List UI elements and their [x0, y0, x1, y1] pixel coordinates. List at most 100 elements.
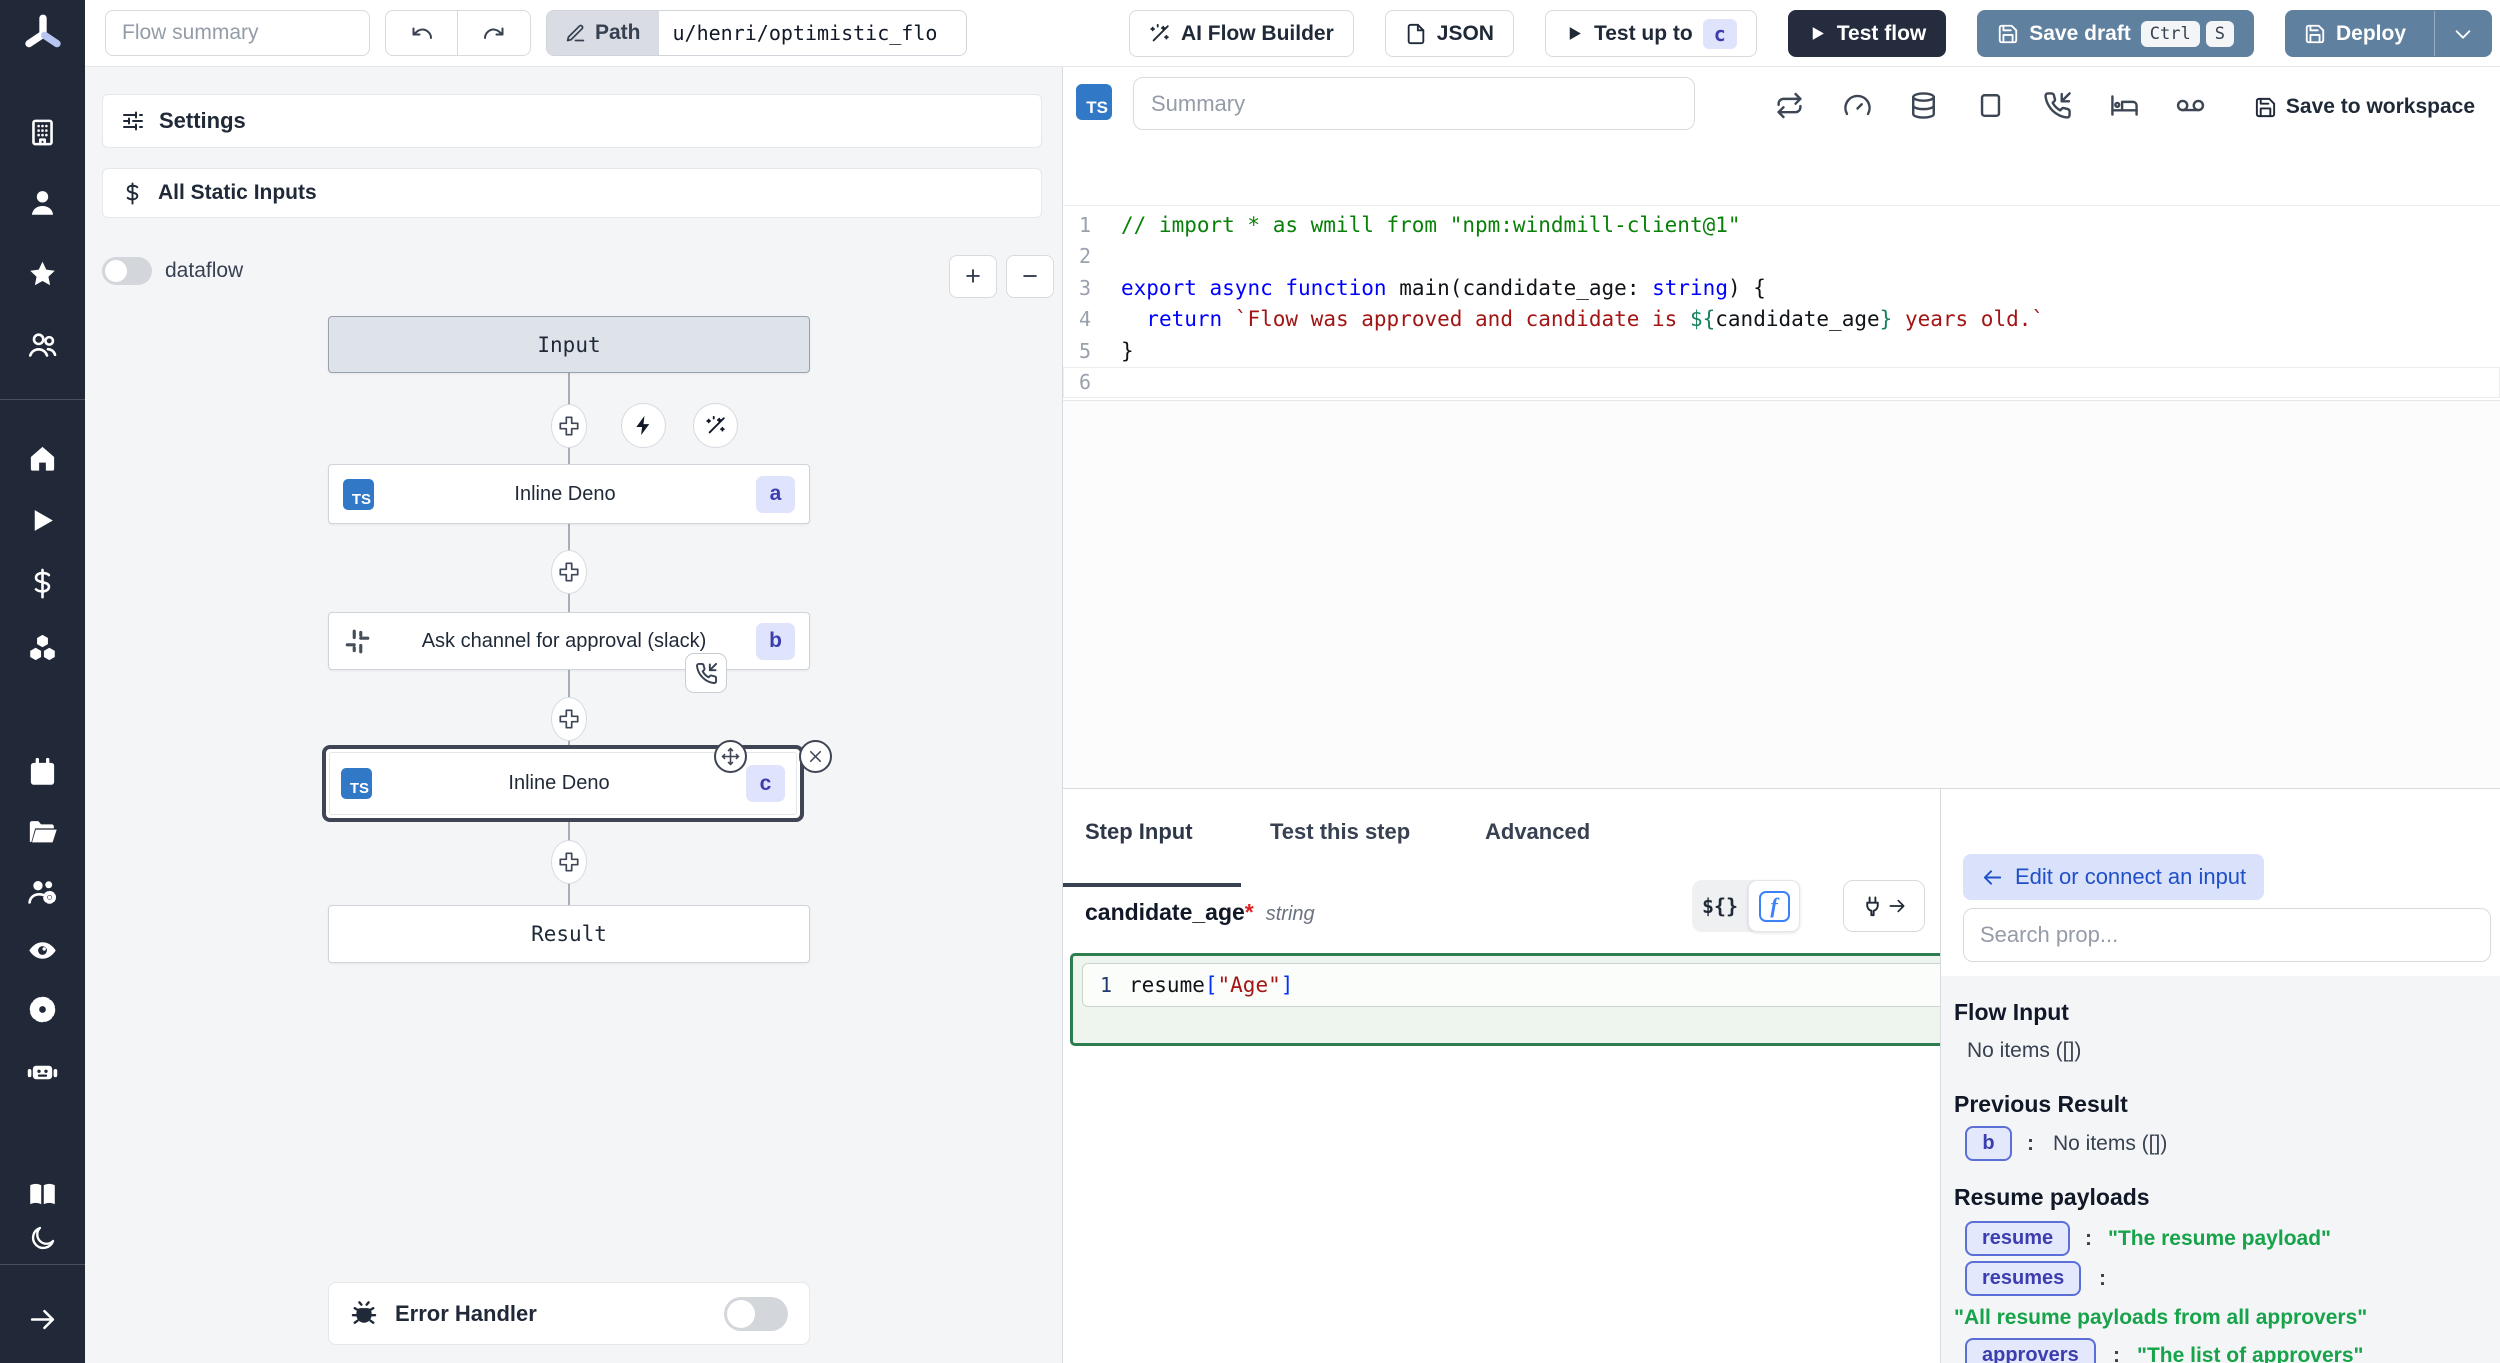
workspace-icon[interactable] [0, 117, 85, 148]
insert-step-button[interactable] [551, 550, 587, 594]
flow-settings-bar[interactable]: Settings [102, 94, 1042, 148]
zoom-out-button[interactable]: − [1006, 255, 1054, 298]
flow-node-result[interactable]: Result [328, 905, 810, 963]
prop-badge-resumes[interactable]: resumes [1965, 1261, 2081, 1296]
save-icon [2304, 23, 2326, 45]
flow-node-b[interactable]: Ask channel for approval (slack) b [328, 612, 810, 670]
dark-mode-icon[interactable] [0, 1224, 85, 1252]
deploy-button[interactable]: Deploy [2286, 11, 2424, 56]
expand-rail-icon[interactable] [0, 1304, 85, 1335]
prop-badge-approvers[interactable]: approvers [1965, 1338, 2096, 1363]
schedules-icon[interactable] [0, 757, 85, 788]
phone-incoming-icon[interactable] [2043, 91, 2072, 120]
error-handler-toggle[interactable] [724, 1297, 788, 1331]
move-icon [721, 747, 740, 766]
path-input[interactable] [659, 11, 966, 55]
javascript-mode-button[interactable]: f [1748, 880, 1800, 932]
save-icon [2254, 96, 2277, 119]
voicemail-icon[interactable] [2176, 91, 2205, 120]
required-mark: * [1245, 899, 1254, 925]
delete-step-button[interactable] [799, 740, 832, 773]
colon: : [2027, 1132, 2034, 1156]
community-icon[interactable] [0, 329, 85, 360]
favorites-icon[interactable] [0, 259, 85, 290]
user-icon[interactable] [0, 187, 85, 218]
suspend-approval-badge[interactable] [685, 653, 727, 693]
ai-icon[interactable] [0, 1056, 85, 1087]
resources-icon[interactable] [0, 632, 85, 663]
flow-summary-input[interactable] [105, 10, 370, 56]
audit-logs-icon[interactable] [0, 935, 85, 966]
runs-icon[interactable] [0, 505, 85, 536]
kbd-ctrl: Ctrl [2141, 21, 2200, 47]
connect-input-button[interactable] [1843, 880, 1925, 932]
square-icon[interactable] [1976, 91, 2005, 120]
all-static-inputs-bar[interactable]: All Static Inputs [102, 168, 1042, 218]
insert-step-button[interactable] [551, 697, 587, 741]
previous-result-heading: Previous Result [1954, 1091, 2128, 1118]
step-summary-input[interactable] [1133, 77, 1695, 130]
test-up-to-step-badge: c [1703, 19, 1737, 49]
ai-suggest-button[interactable] [693, 403, 738, 448]
plus-icon [557, 560, 581, 584]
undo-button[interactable] [385, 10, 458, 56]
dataflow-toggle[interactable] [102, 257, 152, 285]
tab-advanced[interactable]: Advanced [1485, 819, 1590, 845]
redo-button[interactable] [458, 10, 531, 56]
insert-step-button[interactable] [551, 404, 587, 448]
move-step-button[interactable] [714, 740, 747, 773]
tab-test-this-step[interactable]: Test this step [1270, 819, 1410, 845]
flow-settings-label: Settings [159, 108, 246, 134]
trigger-button[interactable] [621, 403, 666, 448]
step-id-badge-c: c [746, 765, 785, 802]
expression-line-number: 1 [1083, 973, 1129, 997]
database-icon[interactable] [1909, 91, 1938, 120]
edit-or-connect-button[interactable]: Edit or connect an input [1963, 854, 2264, 900]
prop-list: Flow Input No items ([]) Previous Result… [1941, 976, 2500, 1363]
dollar-icon [121, 182, 144, 205]
windmill-logo[interactable] [0, 0, 85, 67]
sleep-icon[interactable] [2110, 91, 2139, 120]
function-icon: f [1759, 891, 1790, 922]
flow-node-a[interactable]: TS Inline Deno a [328, 464, 810, 524]
test-up-to-button[interactable]: Test up to c [1545, 10, 1757, 57]
step-bottom-panel: Step Input Test this step Advanced candi… [1063, 788, 2500, 1363]
groups-icon[interactable] [0, 876, 85, 907]
test-flow-button[interactable]: Test flow [1788, 10, 1946, 57]
monaco-editor[interactable]: 1// import * as wmill from "npm:windmill… [1063, 205, 2500, 401]
deploy-dropdown-button[interactable] [2434, 11, 2491, 56]
expression-code: resume["Age"] [1129, 973, 1293, 997]
search-prop-input[interactable] [1963, 908, 2491, 962]
docs-icon[interactable] [0, 1179, 85, 1210]
settings-icon[interactable] [0, 994, 85, 1025]
step-id-badge-b: b [756, 623, 795, 660]
flow-node-input[interactable]: Input [328, 316, 810, 373]
wand-icon [705, 415, 727, 437]
active-tab-underline [1063, 883, 1241, 887]
gauge-icon[interactable] [1843, 91, 1872, 120]
flow-input-empty: No items ([]) [1967, 1039, 2081, 1063]
zap-icon [632, 414, 655, 437]
prop-badge-resume[interactable]: resume [1965, 1221, 2070, 1256]
template-mode-button[interactable]: ${} [1692, 894, 1748, 918]
tab-step-input[interactable]: Step Input [1085, 819, 1193, 845]
insert-step-button[interactable] [551, 840, 587, 884]
save-draft-button[interactable]: Save draft CtrlS [1977, 10, 2254, 57]
wand-icon [1149, 23, 1171, 45]
for-loop-icon[interactable] [1775, 91, 1804, 120]
zoom-in-button[interactable]: + [949, 255, 997, 298]
ai-flow-builder-button[interactable]: AI Flow Builder [1129, 10, 1354, 57]
home-icon[interactable] [0, 443, 85, 474]
path-group: Path [546, 10, 967, 56]
chevron-down-icon [2452, 23, 2474, 45]
path-button[interactable]: Path [547, 11, 659, 55]
argument-type: string [1266, 903, 1315, 926]
save-to-workspace-button[interactable]: Save to workspace [2254, 95, 2475, 119]
dataflow-label: dataflow [165, 259, 243, 283]
folders-icon[interactable] [0, 817, 85, 848]
json-button[interactable]: JSON [1385, 10, 1514, 57]
resumes-description: "All resume payloads from all approvers" [1954, 1306, 2367, 1330]
variables-icon[interactable] [0, 568, 85, 599]
plus-icon [557, 414, 581, 438]
prop-badge-b[interactable]: b [1965, 1126, 2012, 1161]
